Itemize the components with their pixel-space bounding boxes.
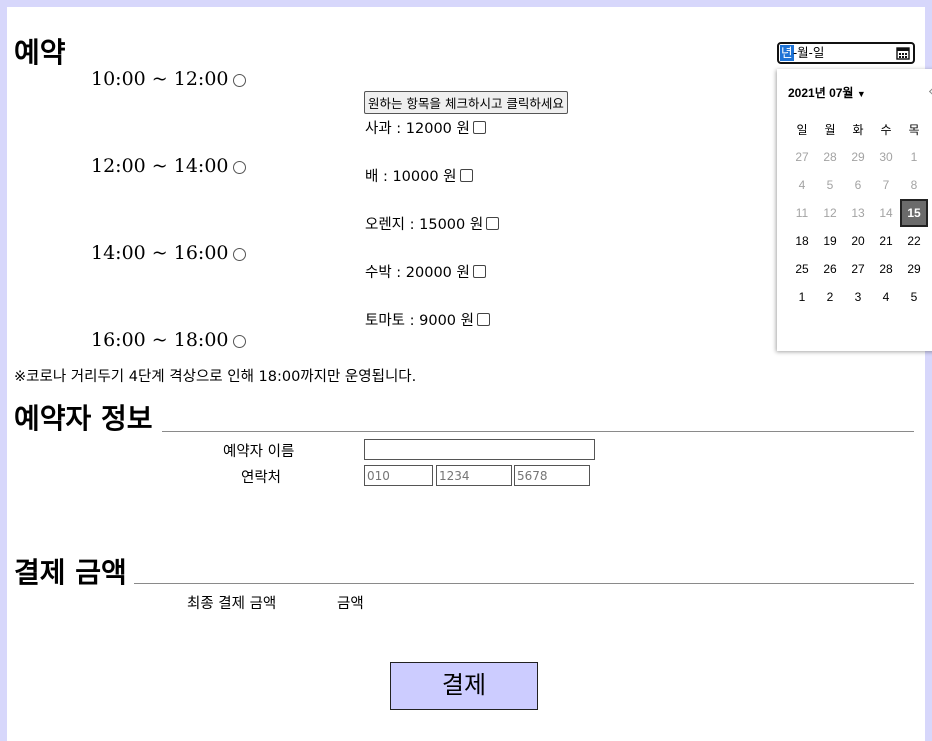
calendar-day[interactable]: 2 [816, 283, 844, 311]
notice-text: ※코로나 거리두기 4단계 격상으로 인해 18:00까지만 운영됩니다. [14, 369, 417, 385]
final-amount-label: 최종 결제 금액 [187, 596, 277, 612]
calendar-day[interactable]: 4 [872, 283, 900, 311]
calendar-day[interactable]: 11 [788, 199, 816, 227]
booker-name-input[interactable] [364, 439, 595, 460]
calendar-day[interactable]: 1 [900, 143, 928, 171]
calendar-day[interactable]: 13 [844, 199, 872, 227]
booker-section-title: 예약자 정보 [14, 402, 153, 435]
product-checkbox[interactable] [459, 169, 473, 182]
pay-button[interactable]: 결제 [390, 662, 538, 710]
time-slot-option[interactable]: 10:00 ~ 12:00 [91, 68, 246, 90]
time-slot-option[interactable]: 16:00 ~ 18:00 [91, 329, 246, 351]
calendar-day[interactable]: 18 [788, 227, 816, 255]
calendar-day[interactable]: 22 [900, 227, 928, 255]
calendar-day[interactable]: 6 [844, 171, 872, 199]
phone-last-input[interactable] [514, 465, 590, 486]
calendar-day[interactable]: 27 [788, 143, 816, 171]
calendar-weekday: 화 [852, 123, 864, 137]
time-slot-radio[interactable] [232, 160, 246, 174]
calendar-day[interactable]: 28 [816, 143, 844, 171]
caret-down-icon: ▼ [856, 89, 866, 99]
phone-middle-input[interactable] [436, 465, 512, 486]
time-slot-label: 16:00 ~ 18:00 [91, 329, 229, 351]
product-checkbox[interactable] [476, 313, 490, 326]
calendar-weekday: 수 [880, 123, 892, 137]
calendar-weekday: 월 [824, 123, 836, 137]
calendar-day[interactable]: 21 [872, 227, 900, 255]
calendar-day[interactable]: 12 [816, 199, 844, 227]
calendar-month-label: 2021년 07월 [788, 86, 854, 100]
time-slot-radio[interactable] [232, 247, 246, 261]
calendar-weekday: 일 [796, 123, 808, 137]
reservation-title: 예약 [14, 36, 66, 69]
phone-first-input[interactable] [364, 465, 433, 486]
product-item: 오렌지 : 15000 원 [365, 213, 500, 234]
calendar-day[interactable]: 28 [872, 255, 900, 283]
calendar-day-today[interactable]: 15 [900, 199, 928, 227]
section-divider [162, 431, 914, 432]
date-month-day-segment[interactable]: -월-일 [793, 45, 824, 61]
product-label: 배 : 10000 원 [365, 169, 457, 185]
time-slot-radio[interactable] [232, 73, 246, 87]
section-divider [134, 583, 914, 584]
select-items-button[interactable]: 원하는 항목을 체크하시고 클릭하세요 [364, 91, 568, 114]
product-item: 토마토 : 9000 원 [365, 309, 490, 330]
time-slot-option[interactable]: 12:00 ~ 14:00 [91, 155, 246, 177]
calendar-day[interactable]: 5 [900, 283, 928, 311]
calendar-day[interactable]: 8 [900, 171, 928, 199]
calendar-day[interactable]: 20 [844, 227, 872, 255]
time-slot-radio[interactable] [232, 334, 246, 348]
calendar-day[interactable]: 1 [788, 283, 816, 311]
date-input[interactable]: 년 -월-일 [777, 42, 915, 64]
time-slot-label: 10:00 ~ 12:00 [91, 68, 229, 90]
product-label: 수박 : 20000 원 [365, 265, 470, 281]
phone-label: 연락처 [241, 470, 282, 486]
calendar-day[interactable]: 7 [872, 171, 900, 199]
calendar-day[interactable]: 19 [816, 227, 844, 255]
calendar-weekday: 목 [908, 123, 920, 137]
product-checkbox[interactable] [472, 121, 486, 134]
product-checkbox[interactable] [486, 217, 500, 230]
booker-name-label: 예약자 이름 [223, 444, 295, 460]
product-checkbox[interactable] [472, 265, 486, 278]
time-slot-label: 14:00 ~ 16:00 [91, 242, 229, 264]
calendar-month-select[interactable]: 2021년 07월 ▼ [788, 84, 866, 101]
time-slot-option[interactable]: 14:00 ~ 16:00 [91, 242, 246, 264]
calendar-day[interactable]: 26 [816, 255, 844, 283]
payment-section-title: 결제 금액 [14, 556, 127, 589]
product-label: 토마토 : 9000 원 [365, 313, 474, 329]
calendar-day[interactable]: 29 [844, 143, 872, 171]
amount-value: 금액 [337, 596, 364, 612]
product-item: 배 : 10000 원 [365, 165, 473, 186]
date-year-segment[interactable]: 년 [780, 45, 794, 61]
calendar-day[interactable]: 3 [844, 283, 872, 311]
page-content: 예약 10:00 ~ 12:00 12:00 ~ 14:00 14:00 ~ 1… [7, 7, 932, 741]
calendar-day[interactable]: 4 [788, 171, 816, 199]
calendar-icon[interactable] [896, 46, 910, 60]
calendar-day[interactable]: 30 [872, 143, 900, 171]
product-label: 사과 : 12000 원 [365, 121, 470, 137]
product-label: 오렌지 : 15000 원 [365, 217, 484, 233]
calendar-day[interactable]: 25 [788, 255, 816, 283]
product-item: 사과 : 12000 원 [365, 117, 486, 138]
time-slot-label: 12:00 ~ 14:00 [91, 155, 229, 177]
calendar-popup: 2021년 07월 ▼ 일 월 화 수 목 27 28 29 30 1 4 5 6 7 8 11 12… [777, 69, 932, 351]
calendar-day[interactable]: 27 [844, 255, 872, 283]
calendar-day[interactable]: 29 [900, 255, 928, 283]
product-item: 수박 : 20000 원 [365, 261, 486, 282]
calendar-day[interactable]: 5 [816, 171, 844, 199]
calendar-day[interactable]: 14 [872, 199, 900, 227]
